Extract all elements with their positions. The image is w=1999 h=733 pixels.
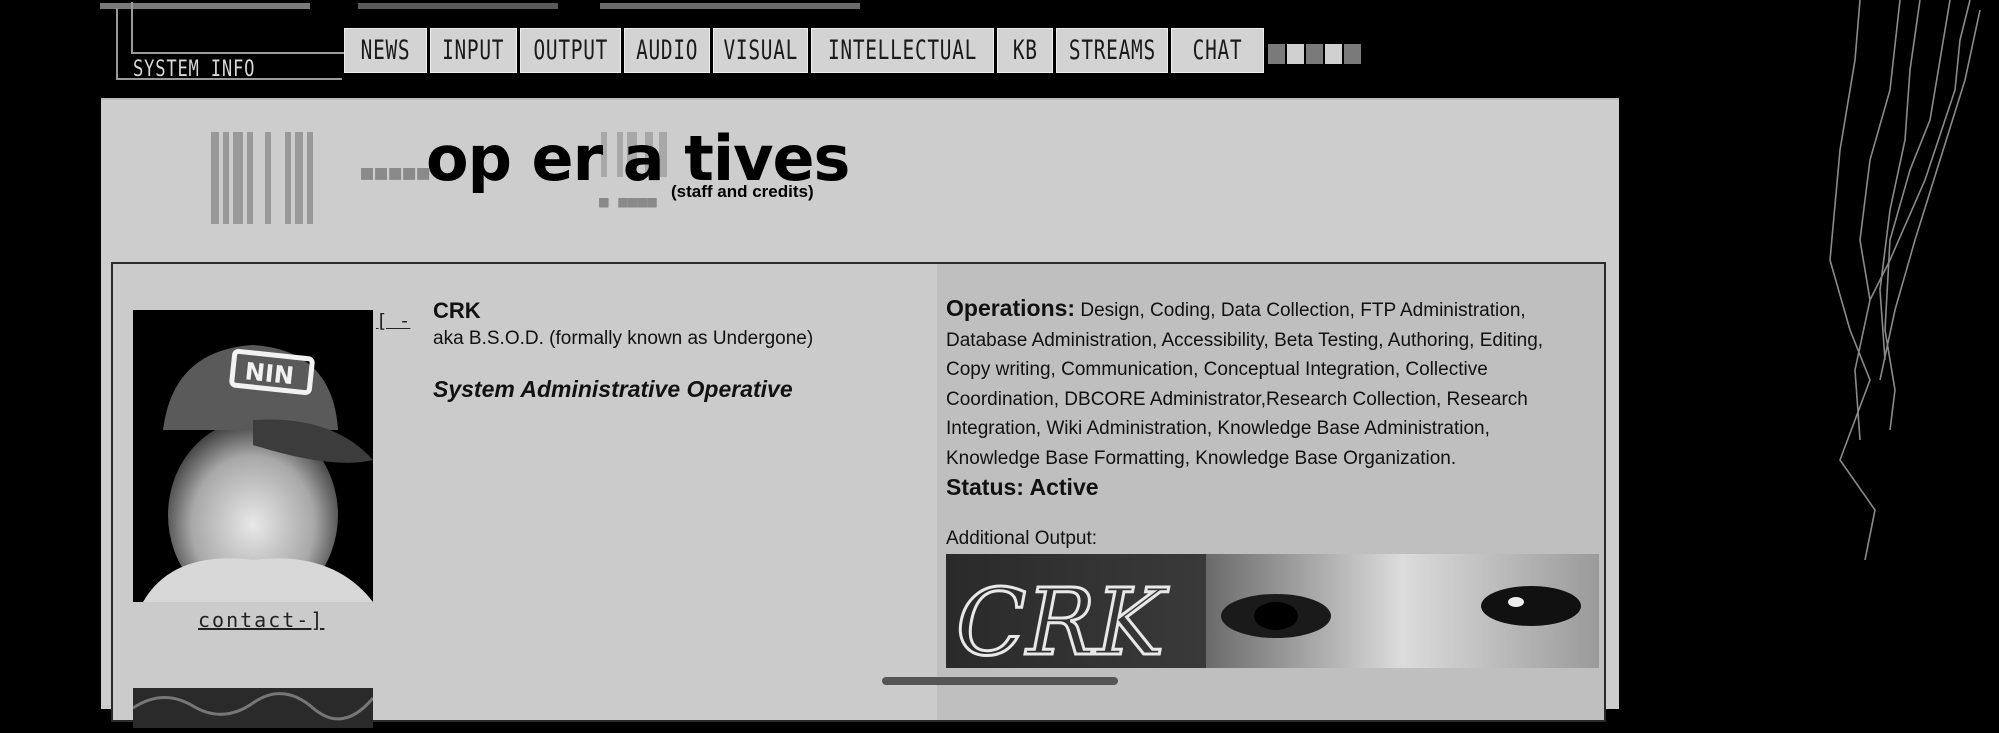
status-text: Status: Active	[946, 474, 1099, 500]
nav-label: CHAT	[1192, 35, 1243, 66]
crk-banner-image[interactable]: CRK	[946, 554, 1599, 668]
main-panel: ■■■■■ ■ ■■■■ op er a tives (staff and cr…	[101, 98, 1619, 728]
avatar: NIN	[133, 310, 373, 602]
operations-label: Operations:	[946, 295, 1076, 321]
nav-label: KB	[1012, 35, 1038, 66]
system-info-label[interactable]: SYSTEM INFO	[133, 57, 255, 82]
top-decoration-segment	[358, 3, 558, 9]
nav-label: VISUAL	[723, 35, 798, 66]
profile-card: NIN [ - contact-] CRK aka B.S.O.D. (form…	[111, 262, 1606, 728]
decorative-lines	[1829, 0, 1981, 561]
additional-output-label: Additional Output:	[946, 528, 1098, 549]
horizontal-scrollbar[interactable]	[882, 677, 1118, 685]
nav-output[interactable]: OUTPUT	[520, 28, 621, 73]
nav-label: AUDIO	[635, 35, 699, 66]
nav-decoration-block	[1306, 44, 1323, 64]
operatives-logo: ■■■■■ ■ ■■■■ op er a tives (staff and cr…	[211, 122, 891, 225]
page-subtitle: (staff and credits)	[671, 182, 814, 201]
nav-decoration	[1268, 44, 1361, 64]
nav-decoration-block	[1325, 44, 1342, 64]
nav-decoration-block	[1344, 44, 1361, 64]
operative-aka: aka B.S.O.D. (formally known as Undergon…	[433, 328, 814, 349]
contact-link[interactable]: contact-]	[198, 608, 324, 632]
svg-text:NIN: NIN	[243, 357, 295, 390]
nav-label: STREAMS	[1068, 35, 1156, 66]
nav-news[interactable]: NEWS	[344, 28, 427, 73]
operative-role: System Administrative Operative	[433, 376, 793, 402]
nav-audio[interactable]: AUDIO	[624, 28, 710, 73]
next-profile-photo	[132, 688, 375, 728]
nav-label: OUTPUT	[533, 35, 608, 66]
nav-intellectual[interactable]: INTELLECTUAL	[811, 28, 994, 73]
nav-kb[interactable]: KB	[997, 28, 1053, 73]
nav-chat[interactable]: CHAT	[1171, 28, 1264, 73]
top-decoration-segment	[600, 3, 860, 9]
nav-streams[interactable]: STREAMS	[1056, 28, 1168, 73]
banner-image: CRK	[946, 554, 1599, 668]
operations-list: Design, Coding, Data Collection, FTP Adm…	[946, 300, 1544, 469]
next-avatar	[132, 688, 375, 728]
operative-name: CRK	[433, 298, 481, 323]
banner-text: CRK	[956, 569, 1170, 668]
nav-decoration-block	[1268, 44, 1285, 64]
main-navigation: NEWS INPUT OUTPUT AUDIO VISUAL INTELLECT…	[344, 28, 1264, 75]
operations-text: Operations: Design, Coding, Data Collect…	[946, 294, 1586, 473]
profile-photo: NIN	[133, 310, 373, 602]
nav-label: NEWS	[360, 35, 411, 66]
nav-label: INPUT	[442, 35, 505, 66]
nav-decoration-block	[1287, 44, 1304, 64]
logo-dots: ■■■■■	[361, 160, 432, 184]
nav-visual[interactable]: VISUAL	[713, 28, 808, 73]
logo-barcode	[211, 132, 317, 224]
nav-input[interactable]: INPUT	[430, 28, 517, 73]
nav-label: INTELLECTUAL	[827, 35, 978, 66]
bracket-link[interactable]: [ -	[376, 310, 410, 332]
